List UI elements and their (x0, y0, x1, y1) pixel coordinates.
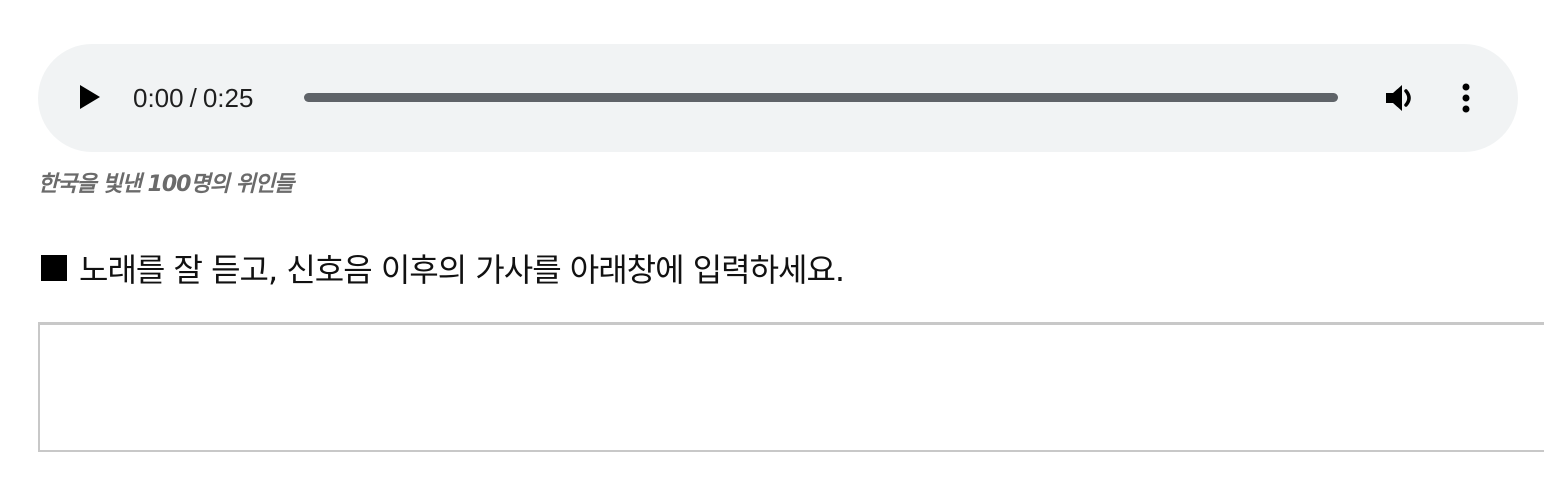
play-icon (80, 85, 100, 109)
more-vert-icon (1462, 83, 1470, 113)
lyrics-answer-input[interactable] (38, 322, 1544, 452)
current-time: 0:00 (133, 83, 184, 113)
instruction-text: 노래를 잘 듣고, 신호음 이후의 가사를 아래창에 입력하세요. (38, 245, 845, 291)
square-bullet-icon (41, 255, 67, 281)
play-button[interactable] (72, 79, 108, 115)
duration: 0:25 (202, 83, 254, 113)
volume-button[interactable] (1384, 80, 1420, 116)
volume-icon (1386, 85, 1411, 111)
time-separator: / (189, 83, 197, 113)
audio-caption: 한국을 빛낸 100명의 위인들 (38, 172, 294, 197)
progress-slider[interactable] (304, 93, 1338, 102)
instruction-label: 노래를 잘 듣고, 신호음 이후의 가사를 아래창에 입력하세요. (79, 251, 845, 289)
more-options-button[interactable] (1450, 80, 1482, 116)
time-display: 0:00/0:25 (133, 82, 253, 114)
